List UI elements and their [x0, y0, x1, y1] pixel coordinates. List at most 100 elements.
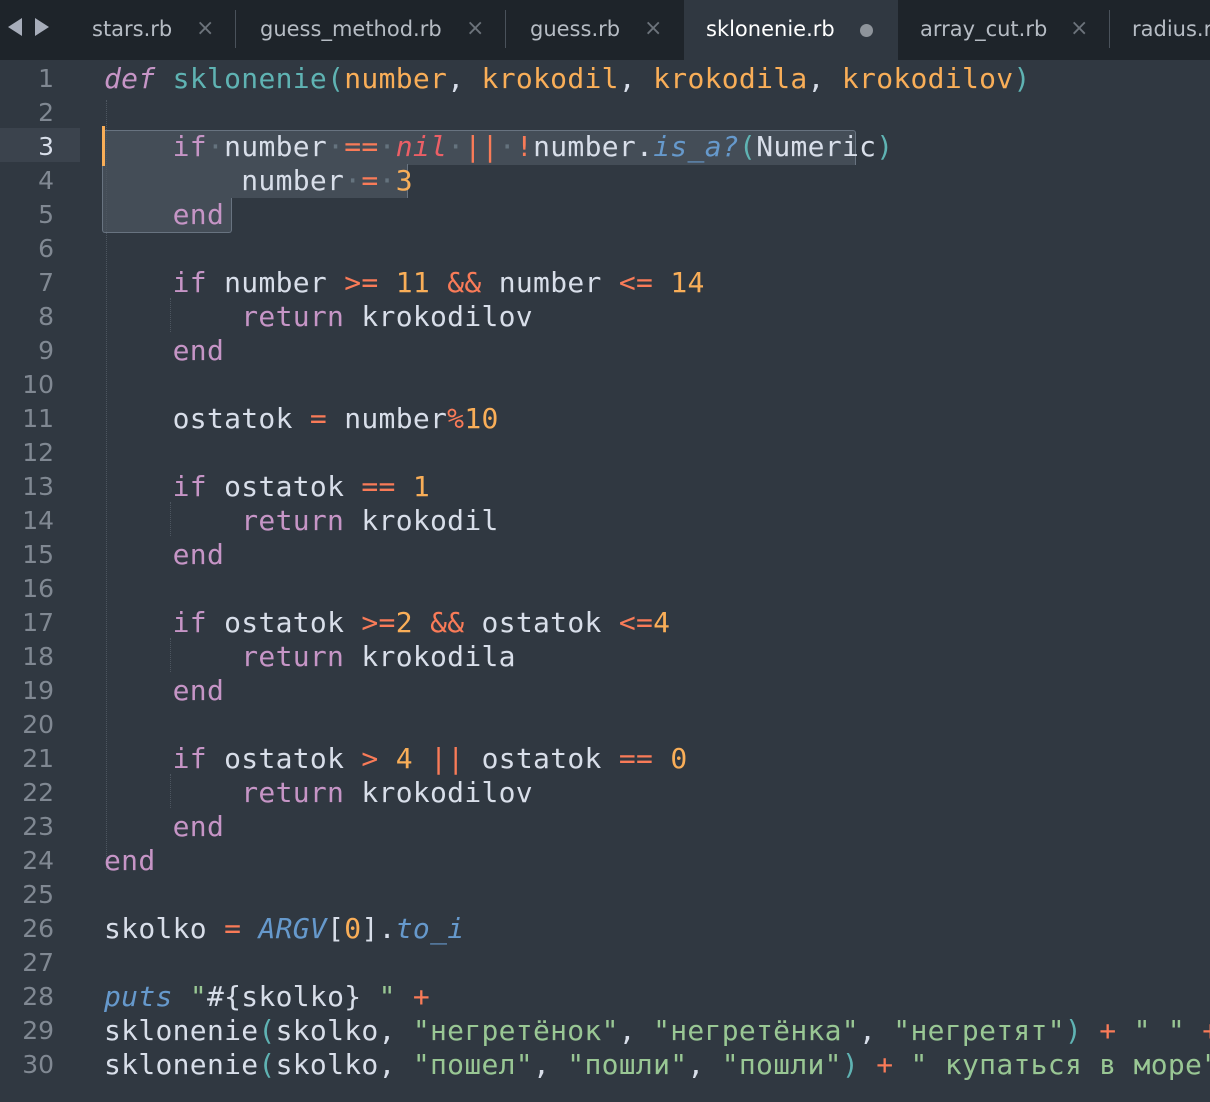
code-token: "негретёнок": [412, 1014, 619, 1047]
code-line[interactable]: return krokodilov: [104, 300, 533, 334]
tab-sklonenie-rb[interactable]: sklonenie.rb: [684, 0, 898, 60]
line-number: 16: [22, 574, 54, 603]
code-line[interactable]: return krokodilov: [104, 776, 533, 810]
code-token: 2: [395, 606, 413, 639]
code-token: krokodilov: [344, 300, 533, 333]
line-number: 10: [22, 370, 54, 399]
tab-navigation: [0, 0, 60, 60]
code-token: 1: [412, 470, 431, 503]
code-token: "пошли": [567, 1048, 688, 1081]
code-token: if: [172, 470, 207, 503]
code-token: 4: [395, 742, 413, 775]
code-token: " купаться в море": [910, 1048, 1210, 1081]
code-line[interactable]: end: [104, 198, 224, 232]
code-token: +: [412, 980, 431, 1013]
code-token: .: [636, 130, 654, 163]
tab-array-cut-rb[interactable]: array_cut.rb ×: [898, 0, 1108, 60]
code-token: ,: [532, 1048, 568, 1081]
code-token: krokodil: [481, 62, 619, 95]
code-token: ostatok: [464, 606, 619, 639]
code-line[interactable]: if ostatok >=2 && ostatok <=4: [104, 606, 670, 640]
code-line[interactable]: sklonenie(skolko, "пошел", "пошли", "пош…: [104, 1048, 1210, 1082]
tab-label: array_cut.rb: [920, 17, 1048, 41]
code-token: ): [1013, 62, 1031, 95]
close-icon[interactable]: ×: [196, 16, 214, 41]
unsaved-dot-icon[interactable]: [860, 24, 873, 37]
line-number: 1: [38, 64, 54, 93]
code-editor[interactable]: 1 2 3 4 5 6 7 8 9 10 11 12 13 14 15 16 17 18 19 20 21 22 23 24 2…: [0, 60, 1210, 1102]
code-line[interactable]: if·number·==·nil·||·!number.is_a?(Numeri…: [104, 130, 894, 164]
code-line[interactable]: def sklonenie(number, krokodil, krokodil…: [104, 62, 1031, 96]
code-token: =: [361, 164, 379, 197]
code-token: krokodila: [653, 62, 808, 95]
code-token: number: [241, 164, 345, 197]
tab-radius-rb[interactable]: radius.r: [1110, 0, 1210, 60]
code-line[interactable]: return krokodil: [104, 504, 499, 538]
tab-guess-method-rb[interactable]: guess_method.rb ×: [236, 0, 503, 60]
code-token: Numeric: [756, 130, 877, 163]
line-number: 17: [22, 608, 54, 637]
arrow-right-icon[interactable]: [35, 18, 49, 36]
code-line[interactable]: puts "#{skolko} " +: [104, 980, 430, 1014]
tab-label: sklonenie.rb: [706, 17, 835, 41]
code-token: if: [172, 606, 207, 639]
code-line[interactable]: number·=·3: [104, 164, 413, 198]
code-line[interactable]: end: [104, 844, 155, 878]
code-line[interactable]: if ostatok == 1: [104, 470, 430, 504]
code-token: def: [104, 62, 156, 95]
code-token: >: [361, 742, 379, 775]
code-token: end: [172, 810, 225, 843]
code-token: return: [241, 504, 345, 537]
close-icon[interactable]: ×: [644, 16, 662, 41]
code-token: 14: [670, 266, 705, 299]
tab-label: guess_method.rb: [260, 17, 442, 41]
code-token: ||: [430, 742, 465, 775]
close-icon[interactable]: ×: [466, 16, 484, 41]
code-token: ": [189, 980, 207, 1013]
code-token: 3: [395, 164, 413, 197]
code-token: sklonenie: [172, 62, 328, 95]
line-number: 11: [22, 404, 54, 433]
code-token: return: [241, 776, 345, 809]
code-line[interactable]: return krokodila: [104, 640, 516, 674]
code-line[interactable]: if ostatok > 4 || ostatok == 0: [104, 742, 688, 776]
code-token: 4: [653, 606, 671, 639]
code-token: ): [876, 130, 894, 163]
tab-guess-rb[interactable]: guess.rb ×: [506, 0, 682, 60]
code-token: ==: [344, 130, 379, 163]
code-line[interactable]: if number >= 11 && number <= 14: [104, 266, 705, 300]
line-number: 7: [38, 268, 54, 297]
code-token: #{skolko}: [206, 980, 362, 1013]
code-token: +: [1202, 1014, 1210, 1047]
code-line[interactable]: sklonenie(skolko, "негретёнок", "негретё…: [104, 1014, 1210, 1048]
code-token: number: [224, 130, 328, 163]
code-token: ostatok: [104, 402, 310, 435]
arrow-left-icon[interactable]: [8, 18, 22, 36]
code-token: ==: [618, 742, 654, 775]
code-line[interactable]: skolko = ARGV[0].to_i: [104, 912, 464, 946]
code-token: to_i: [395, 912, 465, 945]
code-line[interactable]: end: [104, 334, 224, 368]
code-line[interactable]: end: [104, 810, 224, 844]
tab-stars-rb[interactable]: stars.rb ×: [68, 0, 233, 60]
code-token: ·: [327, 130, 345, 163]
code-line[interactable]: ostatok = number%10: [104, 402, 499, 436]
close-icon[interactable]: ×: [1070, 16, 1088, 41]
code-line[interactable]: end: [104, 674, 224, 708]
code-token: <=: [618, 266, 654, 299]
code-line[interactable]: end: [104, 538, 224, 572]
